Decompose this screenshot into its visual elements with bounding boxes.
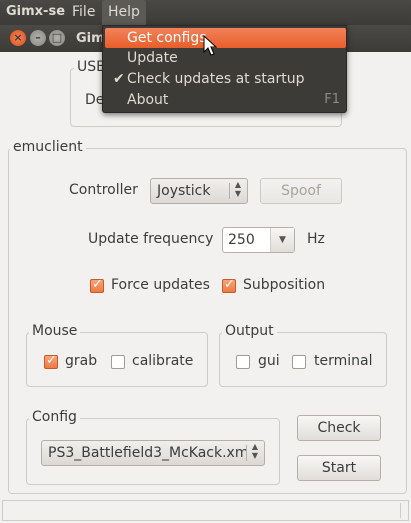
window-title: Gim — [76, 31, 102, 46]
updown-arrows-icon: ▲ ▼ — [234, 180, 242, 198]
calibrate-checkbox[interactable] — [111, 355, 125, 369]
menu-item-update[interactable]: Update — [105, 48, 346, 68]
grab-label: grab — [65, 353, 98, 369]
force-updates-checkbox[interactable] — [90, 277, 104, 293]
mouse-pointer-icon — [203, 35, 218, 56]
close-icon: × — [13, 31, 23, 44]
menu-item-label: Get configs — [127, 30, 207, 46]
close-window-button[interactable]: × — [10, 30, 26, 46]
config-combo[interactable]: PS3_Battlefield3_McKack.xml ▲ ▼ — [41, 440, 265, 466]
update-frequency-label: Update frequency — [88, 231, 214, 247]
emuclient-frame-label: emuclient — [10, 139, 86, 155]
menu-item-label: Check updates at startup — [127, 71, 305, 87]
terminal-checkbox[interactable] — [292, 355, 306, 369]
top-menubar: Gimx-se File Help — [0, 0, 411, 25]
menu-item-label: About — [127, 92, 169, 108]
maximize-icon: □ — [51, 31, 63, 44]
checkmark-icon: ✔ — [113, 71, 125, 87]
chevron-down-icon[interactable]: ▼ — [270, 228, 294, 252]
hz-unit-label: Hz — [307, 231, 325, 247]
controller-combo[interactable]: Joystick ▲ ▼ — [150, 178, 248, 204]
app-name: Gimx-se — [6, 4, 66, 19]
menu-item-label: Update — [127, 50, 178, 66]
resize-grip[interactable] — [400, 503, 406, 518]
check-button[interactable]: Check — [297, 415, 381, 441]
updown-arrows-icon: ▲ ▼ — [251, 442, 259, 460]
subposition-checkbox[interactable] — [222, 277, 236, 293]
controller-label: Controller — [69, 182, 138, 198]
update-frequency-value: 250 — [228, 232, 255, 248]
output-frame-label: Output — [222, 323, 277, 339]
grab-checkbox[interactable] — [44, 353, 58, 369]
status-bar — [2, 500, 409, 521]
terminal-label: terminal — [314, 353, 373, 369]
controller-value: Joystick — [157, 183, 211, 199]
spoof-button[interactable]: Spoof — [260, 178, 342, 204]
config-value: PS3_Battlefield3_McKack.xml — [48, 445, 246, 461]
combo-separator — [229, 183, 230, 199]
subposition-label: Subposition — [243, 277, 326, 293]
force-updates-label: Force updates — [111, 277, 210, 293]
help-dropdown-menu: Get configs Update ✔ Check updates at st… — [102, 25, 347, 113]
menu-item-accelerator: F1 — [324, 92, 340, 107]
minimize-icon: – — [35, 31, 41, 44]
menu-item-about[interactable]: About F1 — [105, 90, 346, 110]
start-button[interactable]: Start — [297, 455, 381, 481]
calibrate-label: calibrate — [132, 353, 194, 369]
config-frame-label: Config — [29, 409, 80, 425]
gui-checkbox[interactable] — [236, 355, 250, 369]
menu-help[interactable]: Help — [102, 0, 146, 25]
mouse-frame-label: Mouse — [29, 323, 81, 339]
maximize-window-button[interactable]: □ — [49, 30, 65, 46]
menu-item-get-configs[interactable]: Get configs — [105, 28, 346, 48]
update-frequency-input[interactable]: 250 ▼ — [222, 227, 295, 253]
combo-separator — [246, 445, 247, 461]
gui-label: gui — [258, 353, 280, 369]
menu-item-check-updates-at-startup[interactable]: ✔ Check updates at startup — [105, 69, 346, 89]
minimize-window-button[interactable]: – — [30, 30, 46, 46]
menu-file[interactable]: File — [66, 0, 101, 25]
